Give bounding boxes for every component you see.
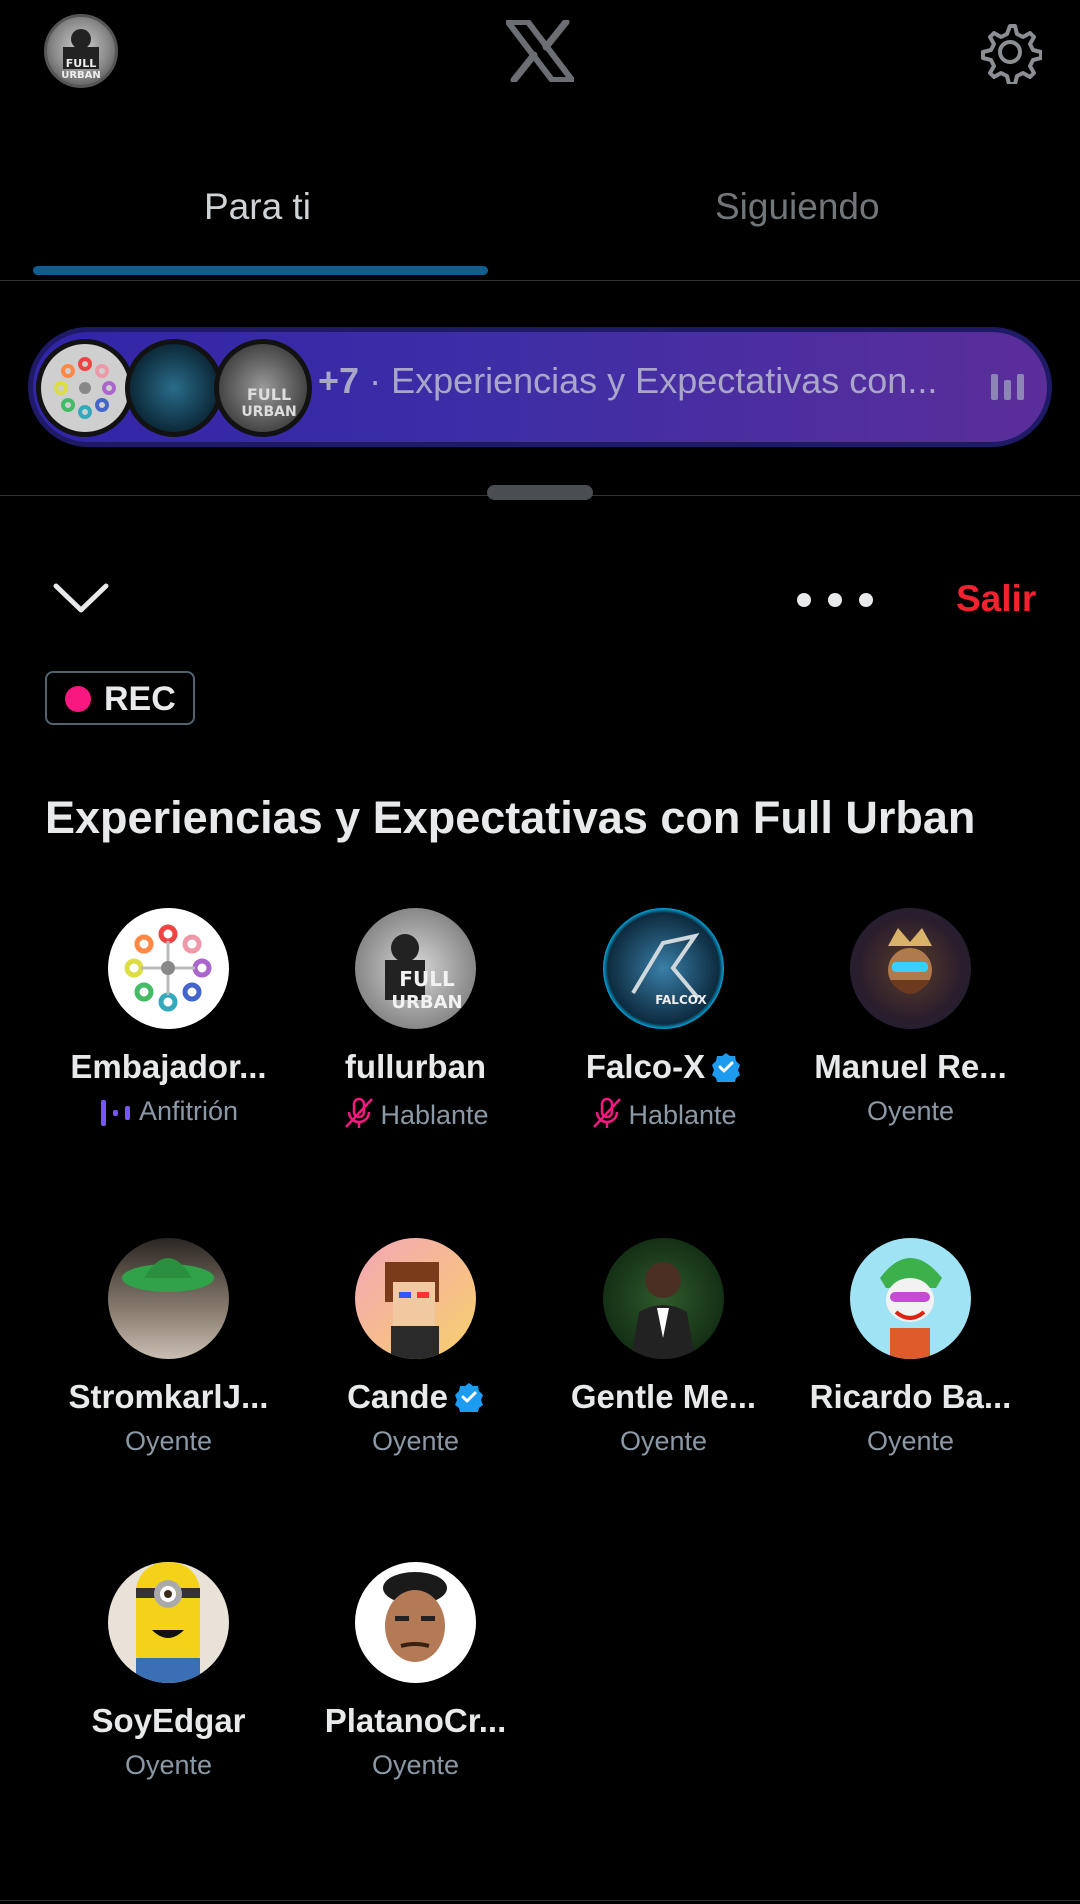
participant-card[interactable]: Ricardo Ba... Oyente <box>787 1238 1034 1498</box>
pill-avatar-falcox <box>125 339 223 437</box>
participant-card[interactable]: Manuel Re... Oyente <box>787 908 1034 1168</box>
svg-text:FULL: FULL <box>399 967 455 991</box>
rec-label: REC <box>104 680 176 718</box>
tab-siguiendo[interactable]: Siguiendo <box>715 186 880 228</box>
svg-text:FULL: FULL <box>247 385 291 404</box>
name-text: Falco-X <box>585 1048 706 1085</box>
participant-role: Oyente <box>619 1426 708 1456</box>
participant-role: Oyente <box>371 1426 460 1456</box>
avatar <box>850 1238 971 1359</box>
pill-avatar-fullurban: FULL URBAN <box>214 339 312 437</box>
participant-role: Oyente <box>124 1750 213 1780</box>
participant-role: Oyente <box>866 1096 955 1126</box>
participant-name: Manuel Re... <box>814 1048 1007 1085</box>
pill-text: +7 · Experiencias y Expectativas con... <box>318 360 937 402</box>
x-logo-icon[interactable] <box>506 20 574 82</box>
verified-badge-icon <box>454 1383 483 1412</box>
participant-role: Hablante <box>292 1096 539 1131</box>
rec-dot-icon <box>65 686 91 712</box>
space-title: Experiencias y Expectativas con Full Urb… <box>45 792 976 843</box>
top-bar: FULL URBAN <box>0 0 1080 110</box>
participant-name: Falco-X <box>540 1048 787 1086</box>
verified-badge-icon <box>712 1053 741 1082</box>
recording-badge: REC <box>45 671 195 725</box>
participant-role: Oyente <box>866 1426 955 1456</box>
participant-role: Oyente <box>124 1426 213 1456</box>
mic-muted-icon <box>593 1097 622 1128</box>
role-label: Hablante <box>628 1100 737 1130</box>
svg-text:URBAN: URBAN <box>241 404 296 420</box>
pill-avatar-host <box>36 339 134 437</box>
avatar <box>603 1238 724 1359</box>
participant-card[interactable]: FULL URBAN fullurban Hablante <box>292 908 539 1168</box>
avatar: FALCOX <box>603 908 724 1029</box>
svg-text:URBAN: URBAN <box>61 70 101 81</box>
avatar <box>108 1238 229 1359</box>
participant-card[interactable]: Embajador... Anfitrión <box>45 908 292 1168</box>
pill-separator: · <box>369 360 382 401</box>
avatar <box>355 1562 476 1683</box>
gear-icon[interactable] <box>978 20 1042 84</box>
participant-name: Gentle Me... <box>570 1378 757 1415</box>
feed-tabs: Para ti Siguiendo <box>0 150 1080 281</box>
participant-card[interactable]: Gentle Me... Oyente <box>540 1238 787 1498</box>
speaking-bars-icon <box>100 1100 130 1126</box>
participant-card[interactable]: SoyEdgar Oyente <box>45 1562 292 1822</box>
participant-card[interactable]: PlatanoCr... Oyente <box>292 1562 539 1822</box>
participant-name: PlatanoCr... <box>324 1702 507 1739</box>
space-mini-player[interactable]: FULL URBAN +7 · Experiencias y Expectati… <box>28 327 1052 447</box>
active-tab-indicator <box>33 266 488 275</box>
bottom-divider <box>0 1900 1080 1901</box>
listener-more-count: +7 <box>318 360 360 401</box>
participant-name: Ricardo Ba... <box>809 1378 1012 1415</box>
participant-card[interactable]: FALCOX Falco-X Hablante <box>540 908 787 1168</box>
svg-text:URBAN: URBAN <box>391 992 462 1013</box>
avatar <box>355 1238 476 1359</box>
avatar <box>850 908 971 1029</box>
mic-muted-icon <box>345 1097 374 1128</box>
leave-button[interactable]: Salir <box>956 578 1036 620</box>
more-dots-icon[interactable] <box>796 592 874 608</box>
participant-card[interactable]: Cande Oyente <box>292 1238 539 1498</box>
tab-para-ti[interactable]: Para ti <box>204 186 311 228</box>
participant-name: StromkarlJ... <box>68 1378 269 1415</box>
svg-text:FALCOX: FALCOX <box>655 993 707 1007</box>
role-label: Hablante <box>380 1100 489 1130</box>
participant-name: SoyEdgar <box>91 1702 246 1739</box>
avatar <box>108 908 229 1029</box>
participant-name: fullurban <box>344 1048 487 1085</box>
avatar <box>108 1562 229 1683</box>
avatar: FULL URBAN <box>355 908 476 1029</box>
sheet-grabber[interactable] <box>487 485 593 500</box>
svg-text:FULL: FULL <box>66 57 96 70</box>
participant-role: Hablante <box>540 1096 787 1131</box>
participant-role: Oyente <box>371 1750 460 1780</box>
name-text: Cande <box>347 1378 448 1415</box>
participant-name: Embajador... <box>70 1048 267 1085</box>
chevron-down-icon[interactable] <box>52 578 110 618</box>
participant-role: Anfitrión <box>45 1096 292 1127</box>
participant-name: Cande <box>292 1378 539 1416</box>
pill-space-title: Experiencias y Expectativas con... <box>391 360 938 401</box>
participant-card[interactable]: StromkarlJ... Oyente <box>45 1238 292 1498</box>
role-label: Anfitrión <box>138 1096 239 1126</box>
audio-bars-icon <box>991 374 1025 400</box>
profile-avatar[interactable]: FULL URBAN <box>44 14 118 88</box>
